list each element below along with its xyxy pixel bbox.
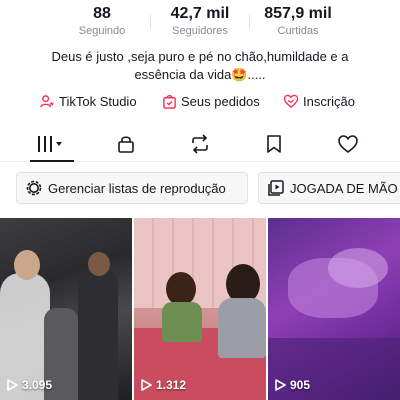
repost-icon	[192, 134, 208, 154]
tab-favorites[interactable]	[250, 130, 298, 158]
likes-stat[interactable]: 857,9 mil Curtidas	[256, 4, 340, 38]
video-thumbnail[interactable]: 1.312	[134, 218, 266, 400]
shopping-bag-icon	[163, 94, 176, 109]
profile-bio: Deus é justo ,seja puro e pé no chão,hum…	[0, 48, 400, 84]
video-frame	[88, 252, 110, 276]
bio-line: essência da vida🤩.....	[134, 67, 266, 82]
video-frame	[162, 302, 202, 342]
video-frame	[218, 298, 266, 358]
tab-reposts[interactable]	[176, 130, 224, 158]
bio-line: Deus é justo ,seja puro e pé no chão,hum…	[51, 49, 349, 64]
likes-count: 857,9 mil	[264, 5, 332, 22]
playlist-chip[interactable]: JOGADA DE MÃO	[258, 172, 400, 204]
playlist-chip-label: JOGADA DE MÃO	[290, 180, 398, 196]
orders-link[interactable]: Seus pedidos	[162, 94, 260, 109]
bookmark-icon	[267, 135, 281, 153]
followers-count: 42,7 mil	[170, 5, 230, 22]
likes-label: Curtidas	[277, 25, 319, 37]
orders-label: Seus pedidos	[181, 94, 260, 109]
video-grid: 3.095 1.312 905	[0, 218, 400, 400]
following-label: Seguindo	[78, 25, 126, 37]
video-thumbnail[interactable]: 3.095	[0, 218, 132, 400]
manage-playlists-label: Gerenciar listas de reprodução	[48, 180, 226, 196]
subscription-link[interactable]: Inscrição	[283, 94, 355, 109]
subscription-label: Inscrição	[303, 94, 356, 109]
video-frame	[328, 248, 388, 288]
video-frame	[166, 272, 196, 306]
profile-stats: 88 Seguindo 42,7 mil Seguidores 857,9 mi…	[0, 4, 400, 44]
play-icon	[141, 379, 152, 391]
heart-icon	[338, 135, 358, 154]
followers-label: Seguidores	[172, 25, 228, 37]
view-count: 3.095	[6, 378, 52, 392]
tab-liked[interactable]	[324, 130, 372, 158]
view-count-value: 1.312	[156, 378, 187, 392]
gear-icon	[26, 180, 42, 196]
play-icon	[275, 379, 286, 391]
tiktok-studio-link[interactable]: TikTok Studio	[40, 94, 137, 109]
video-frame	[78, 268, 118, 400]
tab-private[interactable]	[102, 130, 150, 158]
video-thumbnail[interactable]: 905	[268, 218, 400, 400]
profile-tabs	[0, 126, 400, 162]
view-count: 1.312	[140, 378, 186, 392]
manage-playlists-button[interactable]: Gerenciar listas de reprodução	[16, 172, 248, 204]
playlist-icon	[268, 180, 284, 196]
subscription-icon	[283, 94, 299, 109]
tiktok-studio-label: TikTok Studio	[59, 94, 137, 109]
playlist-chips: Gerenciar listas de reprodução JOGADA DE…	[0, 172, 400, 204]
stat-divider	[249, 15, 250, 29]
stat-divider	[150, 15, 151, 29]
person-star-icon	[40, 95, 55, 108]
lock-icon	[118, 136, 134, 153]
tab-videos[interactable]	[26, 130, 74, 158]
grid-icon	[38, 136, 62, 152]
following-stat[interactable]: 88 Seguindo	[62, 4, 142, 38]
play-icon	[7, 379, 18, 391]
view-count-value: 3.095	[22, 378, 53, 392]
followers-stat[interactable]: 42,7 mil Seguidores	[158, 4, 242, 38]
view-count-value: 905	[290, 378, 311, 392]
following-count: 88	[93, 5, 111, 22]
profile-links: TikTok Studio Seus pedidos Inscrição	[0, 94, 400, 114]
active-tab-indicator	[30, 160, 74, 162]
video-frame	[14, 250, 40, 280]
view-count: 905	[274, 378, 310, 392]
